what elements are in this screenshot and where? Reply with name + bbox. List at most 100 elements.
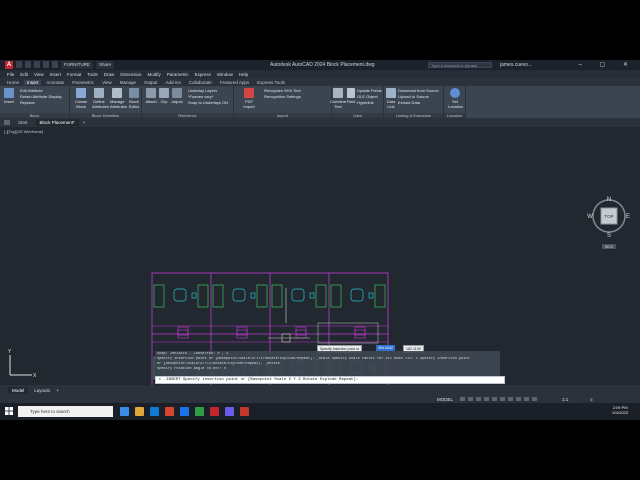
edit-attribute-button[interactable]: Edit Attribute	[20, 88, 43, 93]
transparency-icon[interactable]	[516, 397, 521, 401]
viewcube[interactable]: TOP N S E W WCS	[587, 197, 630, 249]
help-search-input[interactable]: Type a keyword or phrase	[428, 61, 492, 68]
menu-parametric[interactable]: Parametric	[167, 72, 189, 77]
lineweight-icon[interactable]	[508, 397, 513, 401]
open-icon[interactable]	[25, 61, 31, 68]
menu-express[interactable]: Express	[195, 72, 211, 77]
command-line-input[interactable]: ▸ -INSERT Specify insertion point or [Ba…	[155, 376, 505, 384]
add-layout-icon[interactable]: +	[56, 388, 59, 393]
ribbon-tab-insert[interactable]: Insert	[24, 79, 42, 85]
mail-icon[interactable]	[180, 407, 189, 416]
doc-tab-start[interactable]: Start	[14, 119, 32, 126]
menu-view[interactable]: View	[34, 72, 44, 77]
grid-icon[interactable]	[460, 397, 465, 401]
redo-icon[interactable]	[52, 61, 58, 68]
replace-button[interactable]: Replace	[20, 100, 35, 105]
autocad-logo[interactable]: A	[5, 61, 13, 69]
menu-draw[interactable]: Draw	[104, 72, 115, 77]
combine-text-button[interactable]: Combine Text	[330, 88, 346, 109]
recorder-icon[interactable]	[240, 407, 249, 416]
file-explorer-icon[interactable]	[135, 407, 144, 416]
attach-button[interactable]: Attach	[144, 88, 158, 104]
taskbar-search-input[interactable]: Type here to search	[18, 406, 113, 417]
create-block-button[interactable]: Create Block	[74, 88, 88, 109]
ribbon-tab-parametric[interactable]: Parametric	[69, 80, 97, 85]
frames-vary-dropdown[interactable]: *Frames vary*	[188, 94, 213, 99]
menu-dimension[interactable]: Dimension	[120, 72, 141, 77]
doc-tab-block-placement[interactable]: Block Placement*	[35, 119, 79, 126]
annotation-icon[interactable]	[532, 397, 537, 401]
polar-icon[interactable]	[484, 397, 489, 401]
hyperlink-button[interactable]: Hyperlink	[357, 100, 374, 105]
manage-attributes-button[interactable]: Manage Attributes	[110, 88, 127, 109]
underlay-layers-button[interactable]: Underlay Layers	[188, 88, 217, 93]
set-location-button[interactable]: Set Location	[448, 88, 463, 109]
ortho-icon[interactable]	[476, 397, 481, 401]
teams-icon[interactable]	[225, 407, 234, 416]
ribbon-tab-collaborate[interactable]: Collaborate	[186, 80, 215, 85]
retain-attribute-display-dropdown[interactable]: Retain Attribute Display	[20, 94, 62, 99]
insert-button[interactable]: Insert	[2, 88, 16, 104]
ribbon-tab-home[interactable]: Home	[4, 80, 22, 85]
share-button[interactable]: Share	[96, 61, 115, 69]
drawing-viewport[interactable]: [-][Top][2D Wireframe] TOP N S E W WCS Y…	[0, 127, 640, 385]
clock-date: 5/4/2023	[612, 410, 628, 415]
customize-icon[interactable]: ≡	[590, 397, 593, 402]
snap-to-underlays-dropdown[interactable]: Snap to Underlays ON	[188, 100, 228, 105]
menu-edit[interactable]: Edit	[20, 72, 28, 77]
otrack-icon[interactable]	[500, 397, 505, 401]
office-icon[interactable]	[165, 407, 174, 416]
annotation-scale[interactable]: 1:1	[562, 397, 568, 402]
ribbon-tab-add-ins[interactable]: Add-ins	[163, 80, 184, 85]
layout-tab-layout1[interactable]: Layout1	[34, 388, 50, 393]
menu-file[interactable]: File	[7, 72, 14, 77]
clip-button[interactable]: Clip	[157, 88, 171, 104]
edge-icon[interactable]	[120, 407, 129, 416]
ribbon-tab-express-tools[interactable]: Express Tools	[254, 80, 288, 85]
selection-cycle-icon[interactable]	[524, 397, 529, 401]
recognize-shx-button[interactable]: Recognize SHX Text	[264, 88, 301, 93]
store-icon[interactable]	[150, 407, 159, 416]
upload-to-source-button[interactable]: Upload to Source	[398, 94, 429, 99]
layout-tab-model[interactable]: Model	[8, 386, 29, 394]
update-fields-button[interactable]: Update Fields	[357, 88, 382, 93]
taskbar-clock[interactable]: 2:09 PM 5/4/2023	[612, 405, 628, 415]
pdf-import-button[interactable]: PDF Import	[242, 88, 256, 109]
save-icon[interactable]	[34, 61, 40, 68]
new-icon[interactable]	[16, 61, 22, 68]
ribbon-tab-manage[interactable]: Manage	[117, 80, 139, 85]
download-from-source-button[interactable]: Download from Source	[398, 88, 439, 93]
ole-object-button[interactable]: OLE Object	[357, 94, 378, 99]
snap-icon[interactable]	[468, 397, 473, 401]
adjust-button[interactable]: Adjust	[170, 88, 184, 104]
viewcube-top-label: TOP	[604, 214, 613, 219]
block-editor-button[interactable]: Block Editor	[127, 88, 141, 109]
workspace-dropdown[interactable]: FURNITURE	[61, 61, 93, 69]
field-button[interactable]: Field	[346, 88, 356, 104]
osnap-icon[interactable]	[492, 397, 497, 401]
menu-tools[interactable]: Tools	[87, 72, 98, 77]
menu-modify[interactable]: Modify	[148, 72, 161, 77]
ribbon-tab-output[interactable]: Output	[141, 80, 161, 85]
data-link-button[interactable]: Data Link	[384, 88, 398, 109]
new-tab-icon[interactable]: +	[83, 120, 86, 125]
taskbar-apps	[120, 407, 249, 416]
menu-format[interactable]: Format	[67, 72, 81, 77]
application-menu-icon[interactable]	[4, 120, 10, 125]
define-attributes-button[interactable]: Define Attributes	[92, 88, 109, 109]
undo-icon[interactable]	[43, 61, 49, 68]
excel-icon[interactable]	[195, 407, 204, 416]
menu-window[interactable]: Window	[217, 72, 233, 77]
menu-help[interactable]: Help	[239, 72, 248, 77]
ribbon-tab-annotate[interactable]: Annotate	[43, 80, 67, 85]
windows-start-icon[interactable]	[5, 407, 13, 415]
ribbon-tab-featured-apps[interactable]: Featured Apps	[217, 80, 252, 85]
extract-data-button[interactable]: Extract Data	[398, 100, 420, 105]
autocad-taskbar-icon[interactable]	[210, 407, 219, 416]
window-controls[interactable]: – ▢ ✕	[579, 61, 636, 68]
recognition-settings-button[interactable]: Recognition Settings	[264, 94, 301, 99]
ribbon-tab-view[interactable]: View	[99, 80, 115, 85]
user-account[interactable]: james.cuevo...	[500, 62, 532, 68]
menu-insert[interactable]: Insert	[50, 72, 61, 77]
model-space-toggle[interactable]: MODEL	[437, 397, 453, 402]
